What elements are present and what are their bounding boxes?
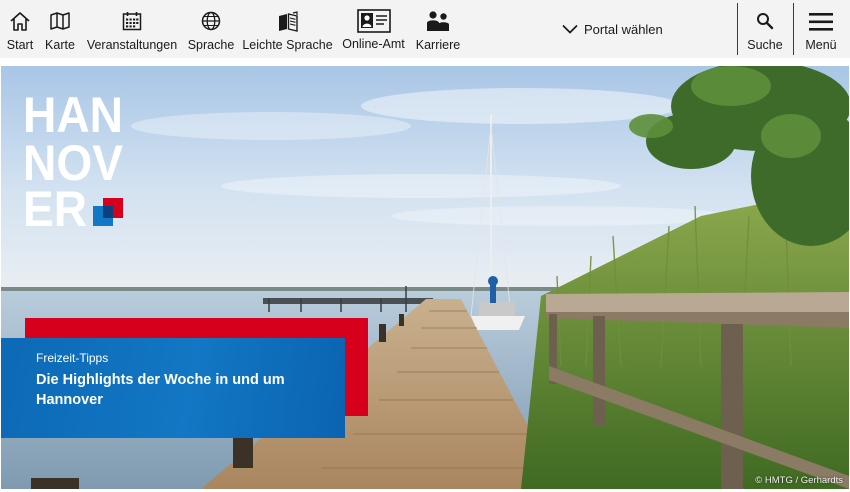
menu-button[interactable]: Menü [800,0,842,58]
nav-item-veranstaltungen[interactable]: Veranstaltungen [86,0,178,52]
logo-line-3: ER [23,181,87,228]
nav-divider [793,3,794,55]
hero-banner: HAN NOV ER Freizeit-Tipps Die Highlights… [1,66,849,489]
top-navigation: Start Karte Veranstaltungen Sprache Leic… [0,0,850,58]
nav-label-veranstaltungen: Veranstaltungen [86,38,178,52]
nav-item-online-amt[interactable]: Online-Amt [341,0,406,51]
hannover-logo: HAN NOV ER [23,88,124,228]
calendar-icon [122,12,142,31]
photo-credit: © HMTG / Gerhardts [755,475,843,486]
nav-divider [737,3,738,55]
nav-item-sprache[interactable]: Sprache [188,0,234,52]
nav-item-karte[interactable]: Karte [45,0,75,52]
nav-label-karriere: Karriere [415,38,461,52]
people-icon [427,11,449,31]
nav-label-karte: Karte [45,38,75,52]
map-icon [50,12,70,30]
search-icon [757,13,774,30]
portal-select[interactable]: Portal wählen [562,0,663,58]
nav-item-karriere[interactable]: Karriere [415,0,461,52]
teaser-title: Die Highlights der Woche in und um Hanno… [36,372,285,408]
nav-label-start: Start [6,38,34,52]
portal-select-label: Portal wählen [584,21,663,37]
nav-label-sprache: Sprache [187,38,235,52]
nav-item-leichte-sprache[interactable]: Leichte Sprache [242,0,333,52]
home-icon [10,12,30,31]
nav-label-online-amt: Online-Amt [342,37,405,51]
menu-label: Menü [805,38,837,52]
globe-icon [201,11,221,31]
nav-item-start[interactable]: Start [6,0,34,52]
highlights-teaser[interactable]: Freizeit-Tipps Die Highlights der Woche … [1,338,345,438]
book-icon [278,11,298,32]
chevron-down-icon [562,24,578,34]
hamburger-icon [809,13,833,31]
teaser-kicker: Freizeit-Tipps [36,351,109,365]
search-label: Suche [747,38,783,52]
search-button[interactable]: Suche [745,0,785,58]
id-card-icon [356,9,391,33]
nav-label-leichte-sprache: Leichte Sprache [242,38,333,52]
